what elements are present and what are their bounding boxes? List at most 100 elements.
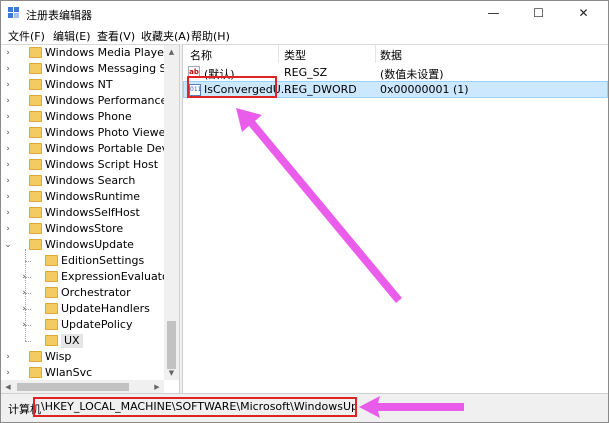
tree-horizontal-scrollbar[interactable]: ◀ ▶ — [1, 380, 164, 394]
scroll-thumb[interactable] — [167, 321, 176, 369]
menu-view[interactable]: 查看(V) — [97, 28, 135, 44]
chevron-right-icon[interactable]: › — [3, 109, 13, 125]
scroll-up-icon[interactable]: ▲ — [164, 45, 179, 59]
chevron-right-icon[interactable]: › — [3, 365, 13, 381]
column-header-type[interactable]: 类型 — [284, 47, 306, 63]
tree-node-label: Windows Phone — [45, 110, 132, 123]
folder-icon — [45, 303, 58, 314]
tree-node[interactable]: › WlanSvc — [1, 365, 164, 381]
list-header: 名称 类型 数据 — [183, 45, 608, 63]
column-divider[interactable] — [278, 45, 279, 63]
tree-node[interactable]: › Windows Messaging Subsystem — [1, 61, 179, 77]
menu-favorites[interactable]: 收藏夹(A) — [141, 28, 190, 44]
tree-node[interactable]: › WindowsRuntime — [1, 189, 164, 205]
folder-icon — [45, 255, 58, 266]
tree-node-label: Wisp — [45, 350, 72, 363]
close-button[interactable]: ✕ — [561, 1, 606, 26]
highlight-box-value-name — [187, 76, 277, 98]
menu-bar: 文件(F) 编辑(E) 查看(V) 收藏夹(A) 帮助(H) — [1, 26, 608, 44]
folder-icon — [29, 127, 42, 138]
tree-node-label: WlanSvc — [45, 366, 93, 379]
chevron-right-icon[interactable]: › — [3, 77, 13, 93]
tree-node-label: UpdatePolicy — [61, 318, 133, 331]
chevron-right-icon[interactable]: › — [3, 349, 13, 365]
tree-node[interactable]: › WindowsStore — [1, 221, 164, 237]
folder-icon — [29, 111, 42, 122]
menu-edit[interactable]: 编辑(E) — [53, 28, 91, 44]
menu-file[interactable]: 文件(F) — [8, 28, 45, 44]
tree-node[interactable]: › WindowsSelfHost — [1, 205, 164, 221]
column-header-name[interactable]: 名称 — [190, 47, 212, 63]
chevron-right-icon[interactable]: › — [3, 93, 13, 109]
scroll-thumb[interactable] — [17, 383, 129, 391]
folder-icon — [29, 79, 42, 90]
value-data: 0x00000001 (1) — [380, 83, 469, 96]
tree-node-label: Windows Photo Viewer — [45, 126, 170, 139]
tree-node-label: WindowsStore — [45, 222, 124, 235]
tree-node-label: Windows Media Player NSS — [45, 46, 179, 59]
tree-node[interactable]: › Windows Media Player NSS — [1, 45, 179, 61]
tree-node-label: UX — [61, 334, 83, 348]
column-divider[interactable] — [375, 45, 376, 63]
tree-vertical-scrollbar[interactable]: ▲ ▼ — [164, 45, 179, 380]
scroll-right-icon[interactable]: ▶ — [150, 380, 164, 394]
chevron-right-icon[interactable]: › — [3, 61, 13, 77]
tree-node-label: Windows Script Host — [45, 158, 159, 171]
value-data: (数值未设置) — [380, 68, 444, 81]
tree-node-label: UpdateHandlers — [61, 302, 150, 315]
folder-icon — [45, 271, 58, 282]
folder-icon — [29, 207, 42, 218]
chevron-right-icon[interactable]: › — [3, 205, 13, 221]
scroll-down-icon[interactable]: ▼ — [164, 366, 179, 380]
value-type: REG_DWORD — [284, 83, 357, 96]
chevron-right-icon[interactable]: › — [3, 125, 13, 141]
folder-icon — [29, 239, 42, 250]
folder-icon — [29, 351, 42, 362]
registry-editor-icon — [8, 7, 19, 18]
status-path[interactable]: \HKEY_LOCAL_MACHINE\SOFTWARE\Microsoft\W… — [33, 397, 357, 417]
tree-node-label: Windows NT — [45, 78, 113, 91]
folder-icon — [29, 191, 42, 202]
tree-node-label: Windows Search — [45, 174, 136, 187]
tree-guide-line — [25, 341, 31, 342]
menu-help[interactable]: 帮助(H) — [191, 28, 230, 44]
folder-icon — [29, 95, 42, 106]
chevron-right-icon[interactable]: › — [3, 221, 13, 237]
folder-icon — [29, 223, 42, 234]
folder-icon — [29, 143, 42, 154]
tree-node-label: WindowsUpdate — [45, 238, 134, 251]
tree-node-label: Windows Performance Toolkit — [45, 94, 179, 107]
chevron-right-icon[interactable]: › — [3, 157, 13, 173]
chevron-right-icon[interactable]: › — [3, 189, 13, 205]
title-bar[interactable]: 注册表编辑器 — ☐ ✕ — [1, 1, 608, 26]
folder-icon — [29, 159, 42, 170]
tree-node-label: ExpressionEvaluators — [61, 270, 179, 283]
tree-node[interactable]: › Windows Performance Toolkit — [1, 93, 179, 109]
tree-node[interactable]: › Windows NT — [1, 77, 164, 93]
chevron-right-icon[interactable]: › — [3, 141, 13, 157]
folder-icon — [29, 367, 42, 378]
scroll-left-icon[interactable]: ◀ — [1, 380, 15, 394]
tree-node[interactable]: › Windows Script Host — [1, 157, 164, 173]
chevron-right-icon[interactable]: › — [3, 173, 13, 189]
tree-node-label: Orchestrator — [61, 286, 131, 299]
folder-icon — [29, 63, 42, 74]
tree-node-label: WindowsRuntime — [45, 190, 141, 203]
minimize-button[interactable]: — — [471, 1, 516, 26]
tree-node[interactable]: › Windows Portable Devices — [1, 141, 179, 157]
tree-node-label: Windows Messaging Subsystem — [45, 62, 179, 75]
chevron-down-icon[interactable]: ⌄ — [3, 237, 13, 253]
folder-icon — [29, 175, 42, 186]
tree-node[interactable]: › Windows Phone — [1, 109, 164, 125]
tree-node[interactable]: › Windows Photo Viewer — [1, 125, 170, 141]
registry-editor-window: 注册表编辑器 — ☐ ✕ 文件(F) 编辑(E) 查看(V) 收藏夹(A) 帮助… — [0, 0, 609, 423]
column-header-data[interactable]: 数据 — [380, 47, 402, 63]
maximize-button[interactable]: ☐ — [516, 1, 561, 26]
registry-tree[interactable]: › Windows Media Player NSS › Windows Messag… — [1, 44, 179, 394]
tree-guide-line — [25, 249, 26, 341]
tree-node[interactable]: › Wisp — [1, 349, 164, 365]
tree-node[interactable]: › Windows Search — [1, 173, 164, 189]
folder-icon — [45, 287, 58, 298]
chevron-right-icon[interactable]: › — [3, 45, 13, 61]
tree-node-label: EditionSettings — [61, 254, 145, 267]
